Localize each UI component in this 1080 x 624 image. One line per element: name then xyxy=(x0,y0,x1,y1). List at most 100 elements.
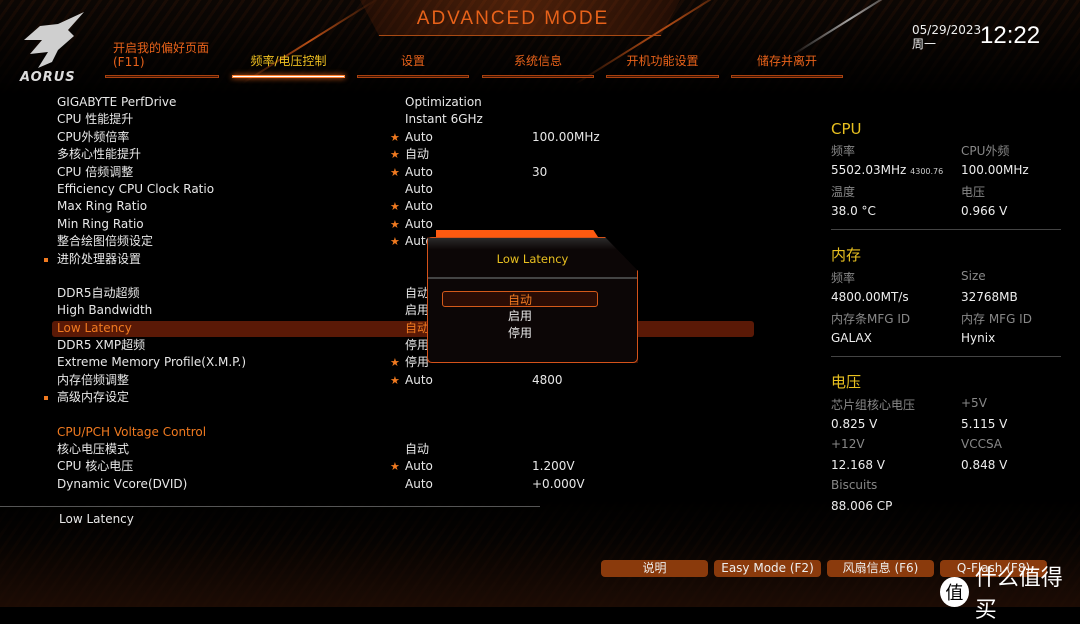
setting-name: 整合绘图倍频设定 xyxy=(57,234,154,249)
monitor-value-text: 0.966 V xyxy=(961,203,1008,218)
setting-name: GIGABYTE PerfDrive xyxy=(57,95,177,109)
setting-row[interactable]: Low Latency 自动 xyxy=(0,320,760,338)
setting-value[interactable]: Auto xyxy=(405,476,433,493)
setting-row[interactable]: DDR5 XMP超频 停用 xyxy=(0,337,760,354)
setting-value[interactable]: 停用 xyxy=(405,354,429,371)
option-dialog: Low Latency 自动 启用 停用 xyxy=(427,237,638,363)
modified-star-icon: ★ xyxy=(390,217,400,231)
clock[interactable]: 12:22 xyxy=(980,22,1040,50)
tab-label: 频率/电压控制 xyxy=(250,54,327,68)
setting-name: DDR5自动超频 xyxy=(57,285,140,300)
tab-underline xyxy=(482,75,594,78)
setting-row[interactable]: GIGABYTE PerfDrive Optimization xyxy=(0,94,760,111)
monitor-label: 内存 MFG ID xyxy=(961,312,1032,326)
tab-1[interactable]: 频率/电压控制 xyxy=(232,40,345,78)
dialog-option[interactable]: 自动 xyxy=(442,291,598,307)
setting-row[interactable]: 进阶处理器设置 xyxy=(0,251,760,268)
footer-button-0[interactable]: 说明 xyxy=(601,560,708,577)
monitor-value-text: 0.825 V xyxy=(831,416,878,431)
watermark-badge: 值 xyxy=(940,577,969,607)
tab-underline xyxy=(731,75,843,78)
help-text: Low Latency xyxy=(59,512,134,526)
settings-group: DDR5自动超频 自动 High Bandwidth 启用 Low Latency 自动 D… xyxy=(0,285,760,407)
monitor-value: 0.966 V xyxy=(961,204,1061,222)
setting-value[interactable]: Auto xyxy=(405,181,433,198)
setting-row[interactable]: 多核心性能提升 ★ 自动 xyxy=(0,146,760,163)
monitor-label: 频率 xyxy=(831,271,856,285)
setting-value[interactable]: 自动 xyxy=(405,320,429,337)
setting-row[interactable]: 核心电压模式 自动 xyxy=(0,441,760,458)
setting-row[interactable]: CPU 倍频调整 ★ Auto 30 xyxy=(0,164,760,181)
monitor-value: 12.168 V xyxy=(831,458,961,476)
setting-current-value: 100.00MHz xyxy=(532,129,600,144)
setting-value[interactable]: Auto xyxy=(405,216,433,233)
monitor-value: 0.825 V xyxy=(831,417,961,435)
footer-button-2[interactable]: 风扇信息 (F6) xyxy=(827,560,934,577)
setting-name: 多核心性能提升 xyxy=(57,147,142,162)
watermark-text: 什么值得买 xyxy=(974,566,1063,623)
setting-row[interactable]: Efficiency CPU Clock Ratio Auto xyxy=(0,181,760,198)
setting-row[interactable]: CPU 性能提升 Instant 6GHz xyxy=(0,111,760,128)
setting-row[interactable]: High Bandwidth 启用 xyxy=(0,302,760,319)
tab-2[interactable]: 设置 xyxy=(357,40,469,78)
setting-row[interactable]: 高级内存设定 xyxy=(0,389,760,406)
panel-section-title: 电压 xyxy=(831,373,862,391)
footer-button-1[interactable]: Easy Mode (F2) xyxy=(714,560,821,577)
setting-value[interactable]: 自动 xyxy=(405,146,429,163)
setting-value[interactable]: Auto xyxy=(405,164,433,181)
setting-row[interactable]: DDR5自动超频 自动 xyxy=(0,285,760,302)
monitor-value-text: 88.006 CP xyxy=(831,498,893,513)
setting-row[interactable]: Min Ring Ratio ★ Auto xyxy=(0,216,760,233)
dialog-option[interactable]: 停用 xyxy=(442,325,598,341)
dialog-option[interactable]: 启用 xyxy=(442,308,598,324)
setting-row[interactable]: 整合绘图倍频设定 ★ Auto xyxy=(0,233,760,250)
monitor-value-text: 38.0 °C xyxy=(831,203,876,218)
setting-row[interactable]: Dynamic Vcore(DVID) Auto +0.000V xyxy=(0,476,760,493)
setting-value[interactable]: 自动 xyxy=(405,285,429,302)
tab-3[interactable]: 系统信息 xyxy=(482,40,594,78)
tab-underline xyxy=(606,75,719,78)
panel-grid: 频率 Size 4800.00MT/s 32768MB 内存条MFG ID 内存 MFG … xyxy=(831,269,1061,348)
setting-value[interactable]: 自动 xyxy=(405,441,429,458)
setting-row[interactable]: CPU外频倍率 ★ Auto 100.00MHz xyxy=(0,129,760,146)
setting-name: CPU外频倍率 xyxy=(57,129,130,144)
setting-name: Min Ring Ratio xyxy=(57,216,144,231)
settings-group: GIGABYTE PerfDrive Optimization CPU 性能提升 In… xyxy=(0,94,760,268)
tab-4[interactable]: 开机功能设置 xyxy=(606,40,719,78)
setting-value[interactable]: 停用 xyxy=(405,337,429,354)
modified-star-icon: ★ xyxy=(390,130,400,144)
tab-0[interactable]: 开启我的偏好页面 (F11) xyxy=(105,40,219,78)
monitor-value-text: 12.168 V xyxy=(831,457,886,472)
setting-value[interactable]: Optimization xyxy=(405,94,482,111)
setting-value[interactable]: Auto xyxy=(405,458,433,475)
panel-section-title: 内存 xyxy=(831,246,862,264)
setting-value[interactable]: Auto xyxy=(405,198,433,215)
settings-group: CPU/PCH Voltage Control 核心电压模式 自动 CPU 核心电压 ★… xyxy=(0,424,760,494)
setting-value[interactable]: Instant 6GHz xyxy=(405,111,483,128)
mode-title: ADVANCED MODE xyxy=(416,8,610,29)
monitor-value-text: 100.00MHz xyxy=(961,162,1029,177)
setting-value[interactable]: 启用 xyxy=(405,302,429,319)
setting-row[interactable]: Extreme Memory Profile(X.M.P.) ★ 停用 xyxy=(0,354,760,371)
setting-value[interactable]: Auto xyxy=(405,129,433,146)
watermark: 值什么值得买 xyxy=(940,560,1080,624)
tab-underline xyxy=(357,75,469,78)
setting-current-value: +0.000V xyxy=(532,476,585,491)
setting-name: Dynamic Vcore(DVID) xyxy=(57,476,188,491)
panel-section: 电压芯片组核心电压 +5V 0.825 V 5.115 V +12V VCCSA 12.… xyxy=(831,371,1061,524)
settings-list: GIGABYTE PerfDrive Optimization CPU 性能提升 In… xyxy=(0,94,760,510)
panel-section-title: CPU xyxy=(831,120,862,138)
monitor-label: 芯片组核心电压 xyxy=(831,398,916,412)
monitor-value: 5.115 V xyxy=(961,417,1061,435)
setting-name: CPU 性能提升 xyxy=(57,112,134,127)
setting-row[interactable]: Max Ring Ratio ★ Auto xyxy=(0,198,760,215)
monitor-value-text: Hynix xyxy=(961,330,996,345)
tab-5[interactable]: 储存并离开 xyxy=(731,40,843,78)
monitor-value: 100.00MHz xyxy=(961,163,1061,181)
tab-label: 系统信息 xyxy=(513,54,562,68)
panel-grid: 芯片组核心电压 +5V 0.825 V 5.115 V +12V VCCSA 12.16… xyxy=(831,396,1061,516)
help-divider xyxy=(0,506,540,507)
setting-row[interactable]: CPU 核心电压 ★ Auto 1.200V xyxy=(0,458,760,475)
setting-value[interactable]: Auto xyxy=(405,372,433,389)
setting-row[interactable]: 内存倍频调整 ★ Auto 4800 xyxy=(0,372,760,389)
